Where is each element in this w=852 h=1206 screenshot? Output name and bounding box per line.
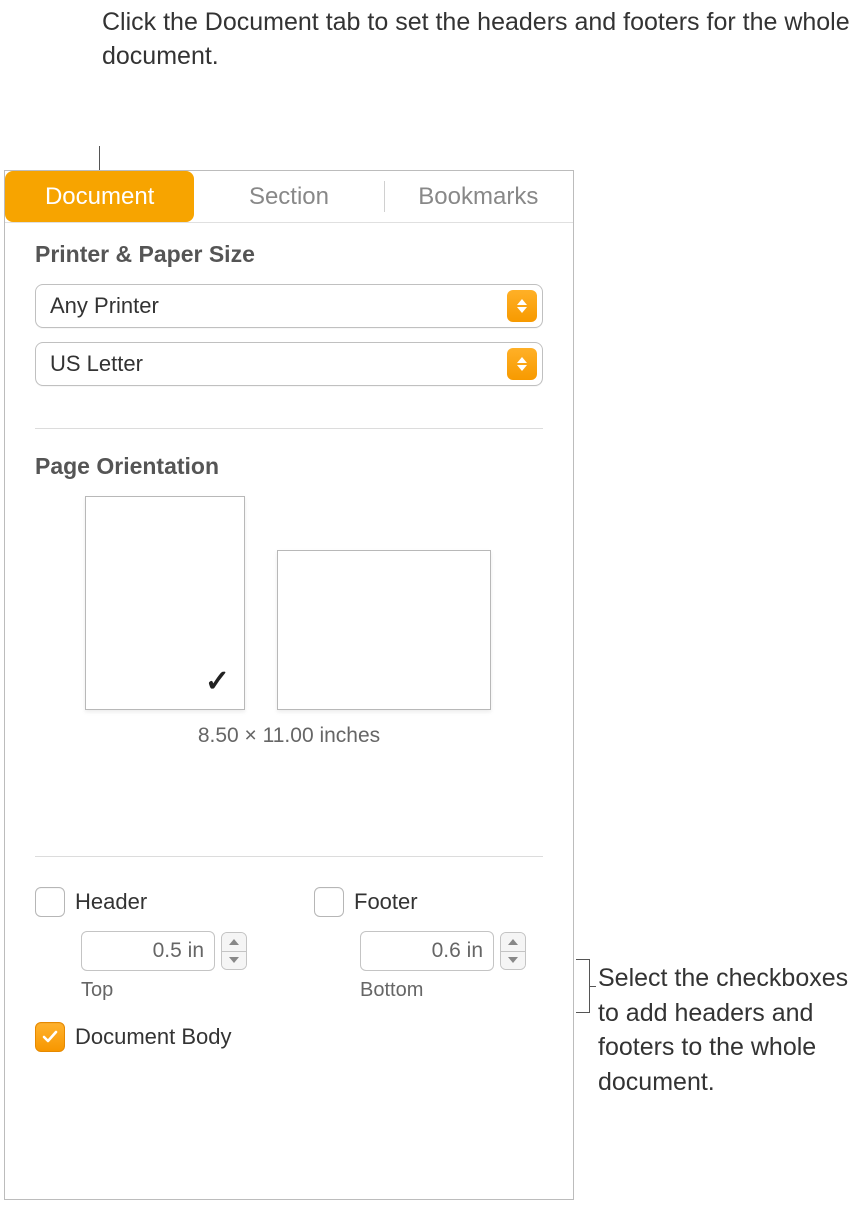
orientation-title: Page Orientation — [35, 453, 543, 480]
tab-bookmarks[interactable]: Bookmarks — [384, 171, 573, 222]
top-label: Top — [81, 979, 264, 1002]
callout-bracket — [576, 959, 590, 1013]
stepper-up-icon[interactable] — [222, 933, 246, 951]
printer-paper-section: Printer & Paper Size Any Printer US Lett… — [5, 223, 573, 418]
header-margin-stepper[interactable] — [221, 932, 247, 970]
header-label: Header — [75, 889, 147, 915]
paper-popup-value: US Letter — [50, 351, 143, 377]
orientation-portrait[interactable]: ✓ — [85, 496, 245, 710]
paper-popup[interactable]: US Letter — [35, 342, 543, 386]
document-body-checkbox[interactable] — [35, 1022, 65, 1052]
callout-checkboxes: Select the checkboxes to add headers and… — [598, 961, 852, 1099]
popup-stepper-icon — [507, 290, 537, 322]
document-body-label: Document Body — [75, 1024, 232, 1050]
header-checkbox[interactable] — [35, 887, 65, 917]
stepper-up-icon[interactable] — [501, 933, 525, 951]
footer-margin-stepper[interactable] — [500, 932, 526, 970]
divider — [35, 856, 543, 857]
tab-bar: Document Section Bookmarks — [5, 171, 573, 223]
printer-popup-value: Any Printer — [50, 293, 159, 319]
tab-section[interactable]: Section — [194, 171, 383, 222]
header-footer-row: Header Top Footer — [5, 887, 573, 1002]
check-icon: ✓ — [205, 664, 230, 699]
callout-document-tab: Click the Document tab to set the header… — [102, 6, 852, 74]
stepper-down-icon[interactable] — [501, 951, 525, 970]
stepper-down-icon[interactable] — [222, 951, 246, 970]
printer-popup[interactable]: Any Printer — [35, 284, 543, 328]
footer-label: Footer — [354, 889, 418, 915]
header-margin-input[interactable] — [81, 931, 215, 971]
orientation-section: Page Orientation ✓ 8.50 × 11.00 inches — [5, 429, 573, 766]
printer-paper-title: Printer & Paper Size — [35, 241, 543, 268]
footer-margin-input[interactable] — [360, 931, 494, 971]
page-dimensions-label: 8.50 × 11.00 inches — [35, 724, 543, 748]
popup-stepper-icon — [507, 348, 537, 380]
bottom-label: Bottom — [360, 979, 543, 1002]
footer-checkbox[interactable] — [314, 887, 344, 917]
orientation-landscape[interactable] — [277, 550, 491, 710]
tab-document[interactable]: Document — [5, 171, 194, 222]
document-inspector-panel: Document Section Bookmarks Printer & Pap… — [4, 170, 574, 1200]
